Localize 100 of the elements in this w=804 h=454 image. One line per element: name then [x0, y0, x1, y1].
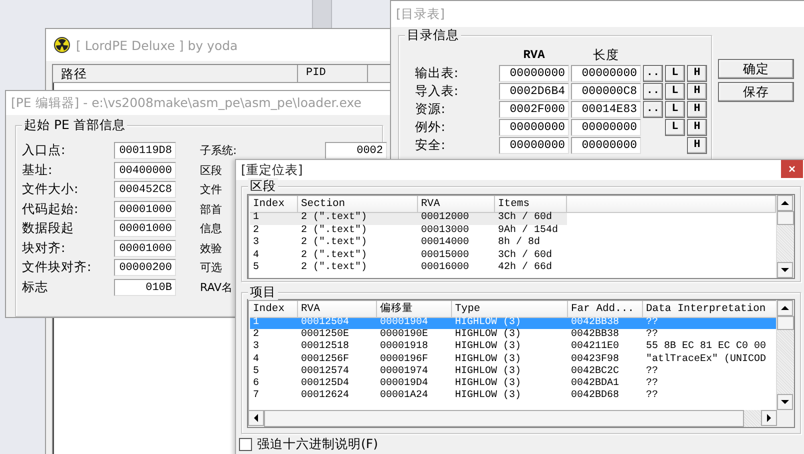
column-header[interactable]: 偏移量 [377, 301, 452, 318]
checkbox[interactable] [239, 438, 252, 451]
text-field[interactable]: 00000000 [499, 136, 569, 154]
text-field[interactable]: 00000000 [499, 118, 569, 136]
table-cell-text: 2 (".text") [300, 224, 368, 236]
table-row[interactable]: 3 00012518 00001918 HIGHLOW (3) 004211E0 55 8B EC 81 EC C0 00 [250, 341, 776, 354]
text-field[interactable]: 000000C8 [571, 82, 641, 100]
table-cell-text: 1 [252, 212, 260, 224]
scrollbar[interactable] [776, 195, 794, 278]
table-cell-text: ?? [645, 378, 660, 390]
table-row[interactable]: 5 2 (".text") 00016000 42h / 66d [250, 262, 567, 274]
window-title: [PE 编辑器] - e:\vs2008make\asm_pe\asm_pe\loader.exe [11, 94, 362, 112]
small-button[interactable]: L [665, 118, 685, 136]
table-row[interactable]: 4 0001256F 0000196F HIGHLOW (3) 00423F98 "atlTraceEx" (UNICOD [250, 354, 776, 366]
table-row[interactable]: 7 00012624 00001A24 HIGHLOW (3) 0042BD68 ?? [250, 390, 776, 402]
scroll-thumb[interactable] [777, 316, 794, 330]
small-button[interactable]: H [687, 118, 707, 136]
text-field[interactable]: 00001000 [114, 220, 176, 238]
scrollbar[interactable] [776, 300, 794, 410]
text-field[interactable]: 000452C8 [114, 181, 176, 198]
text-field[interactable]: 00001000 [114, 200, 176, 218]
column-header[interactable]: Section [298, 196, 418, 213]
small-button[interactable]: L [665, 100, 685, 118]
table-cell-text: "atlTraceEx" (UNICOD [645, 354, 768, 366]
table-cell-text: 00015000 [420, 250, 470, 262]
column-header[interactable]: Data Interpretation [643, 301, 776, 318]
scroll-down-icon[interactable] [777, 262, 793, 278]
text-field[interactable]: 00000000 [571, 136, 641, 154]
small-button[interactable]: H [687, 136, 707, 154]
text-field[interactable]: 00400000 [114, 162, 176, 179]
scroll-thumb[interactable] [777, 211, 794, 225]
text-field[interactable]: 0002F000 [499, 100, 569, 118]
field-label: 基址: [22, 162, 54, 179]
text-field[interactable]: 0002 [325, 142, 387, 160]
dialog-button[interactable]: 确定 [718, 59, 794, 79]
scroll-down-icon[interactable] [777, 394, 793, 410]
table-cell-text: 0042BC2C [570, 366, 620, 378]
field-label: 块对齐: [22, 240, 66, 257]
table-cell-text: HIGHLOW (3) [454, 341, 522, 354]
scroll-up-icon[interactable] [777, 300, 793, 316]
column-header[interactable]: RVA [298, 301, 377, 318]
text-field[interactable]: 00001000 [114, 240, 176, 257]
table-cell-text: ?? [645, 390, 660, 402]
field-label: 代码起始: [22, 200, 80, 218]
small-button[interactable]: L [665, 82, 685, 100]
text-field[interactable]: 00014E83 [571, 100, 641, 118]
small-button[interactable]: H [687, 64, 707, 82]
table-cell-text: 000019D4 [379, 378, 430, 390]
field-label: 文件大小: [22, 181, 80, 198]
small-button[interactable]: .. [643, 82, 663, 100]
dialog-button[interactable]: 保存 [718, 82, 794, 102]
column-header[interactable]: 路径 [53, 65, 298, 82]
checkbox-label[interactable]: 强迫十六进制说明(F) [257, 436, 378, 453]
table-cell-text: ?? [645, 329, 660, 341]
field-label: 可选 [200, 260, 222, 276]
column-header[interactable]: RVA [418, 196, 495, 213]
small-button[interactable]: L [665, 64, 685, 82]
column-header[interactable]: PID [298, 65, 368, 82]
scroll-left-icon[interactable] [248, 410, 264, 426]
text-field[interactable]: 00000000 [499, 64, 569, 82]
scroll-up-icon[interactable] [777, 195, 793, 211]
table-cell-text: 5 [252, 366, 260, 378]
small-button[interactable]: H [687, 100, 707, 118]
table-cell-text: 00423F98 [570, 354, 620, 366]
table-row[interactable]: 1 2 (".text") 00012000 3Ch / 60d [250, 212, 567, 224]
table-row[interactable]: 6 000125D4 000019D4 HIGHLOW (3) 0042BDA1 ?? [250, 378, 776, 390]
table-cell-text: 00001A24 [379, 390, 430, 402]
text-field[interactable]: 00000000 [571, 64, 641, 82]
text-field[interactable]: 010B [114, 278, 176, 296]
column-header[interactable]: Index [250, 301, 298, 318]
small-button[interactable]: .. [643, 64, 663, 82]
close-button[interactable]: × [781, 160, 803, 178]
column-header[interactable]: Far Add... [568, 301, 643, 318]
text-field[interactable]: 0002D6B4 [499, 82, 569, 100]
table-cell-text: ?? [645, 317, 660, 329]
scroll-right-icon[interactable] [761, 410, 777, 426]
column-header[interactable]: Type [452, 301, 568, 318]
text-field[interactable]: 00000200 [114, 259, 176, 276]
column-header[interactable]: Index [250, 196, 298, 213]
table-row[interactable]: 2 2 (".text") 00013000 9Ah / 154d [250, 224, 567, 237]
text-field[interactable]: 000119D8 [114, 142, 176, 160]
field-label: 导入表: [415, 82, 460, 100]
table-cell-text: 0000190E [379, 329, 430, 341]
table-cell-text: 0042BDA1 [570, 378, 620, 390]
small-button[interactable]: H [687, 82, 707, 100]
column-header[interactable]: Items [495, 196, 567, 213]
table-cell-text: 2 [252, 224, 260, 237]
window-title: [重定位表] [241, 162, 303, 178]
table-cell-text: 004211E0 [570, 341, 620, 354]
table-cell-text: 4 [252, 354, 260, 366]
table-cell-text: 2 (".text") [300, 250, 368, 262]
table-cell-text: 6 [252, 378, 260, 390]
text-field[interactable]: 00000000 [571, 118, 641, 136]
table-row[interactable]: 4 2 (".text") 00015000 3Ch / 60d [250, 250, 567, 262]
small-button[interactable]: .. [643, 100, 663, 118]
table-row[interactable]: 3 2 (".text") 00014000 8h / 8d [250, 237, 567, 250]
table-cell-text: 2 (".text") [300, 212, 368, 224]
field-label: 数据段起 [22, 220, 75, 238]
table-row[interactable]: 5 00012574 00001974 HIGHLOW (3) 0042BC2C ?? [250, 366, 776, 378]
table-row[interactable]: 2 0001250E 0000190E HIGHLOW (3) 0042BB38 ?? [250, 329, 776, 342]
